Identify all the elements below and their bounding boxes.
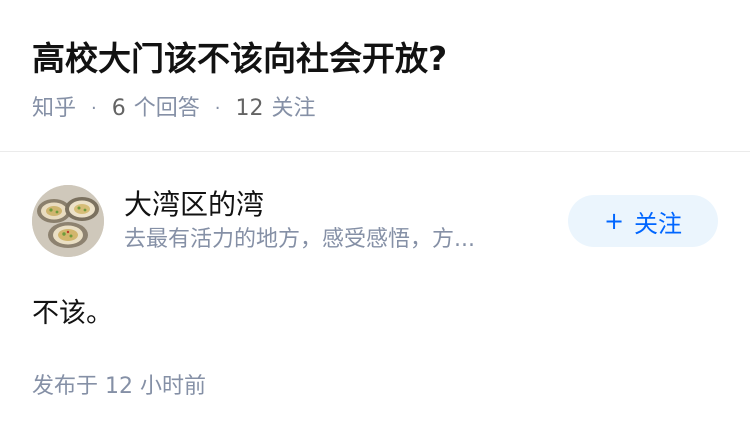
question-header: 高校大门该不该向社会开放? 知乎 · 6 个回答 · 12 关注 — [32, 34, 718, 124]
follow-button-label: 关注 — [634, 209, 683, 238]
avatar-oysters-image — [32, 185, 104, 257]
meta-separator: · — [214, 98, 221, 119]
answer-content[interactable]: 不该。 — [32, 294, 718, 334]
avatar[interactable] — [32, 185, 104, 257]
author-row: 大湾区的湾 去最有活力的地方，感受感悟，方... + 关注 — [32, 184, 718, 258]
source-label[interactable]: 知乎 — [32, 94, 76, 124]
answer-timestamp: 发布于 12 小时前 — [32, 374, 206, 399]
answer-count-label: 个回答 — [133, 96, 200, 121]
author-info: 大湾区的湾 去最有活力的地方，感受感悟，方... — [124, 186, 554, 256]
answer-card: 大湾区的湾 去最有活力的地方，感受感悟，方... + 关注 不该。 发布于 12… — [32, 184, 718, 402]
follow-button[interactable]: + 关注 — [568, 195, 718, 247]
meta-separator: · — [91, 98, 97, 119]
plus-icon: + — [603, 207, 625, 235]
question-title[interactable]: 高校大门该不该向社会开放? — [32, 34, 718, 84]
author-name[interactable]: 大湾区的湾 — [124, 186, 554, 224]
author-bio: 去最有活力的地方，感受感悟，方... — [124, 227, 475, 252]
follow-count-label: 关注 — [271, 96, 316, 121]
divider — [0, 151, 750, 152]
answer-count: 6 — [111, 96, 126, 121]
follow-count: 12 — [235, 96, 264, 121]
question-meta: 知乎 · 6 个回答 · 12 关注 — [32, 94, 718, 124]
